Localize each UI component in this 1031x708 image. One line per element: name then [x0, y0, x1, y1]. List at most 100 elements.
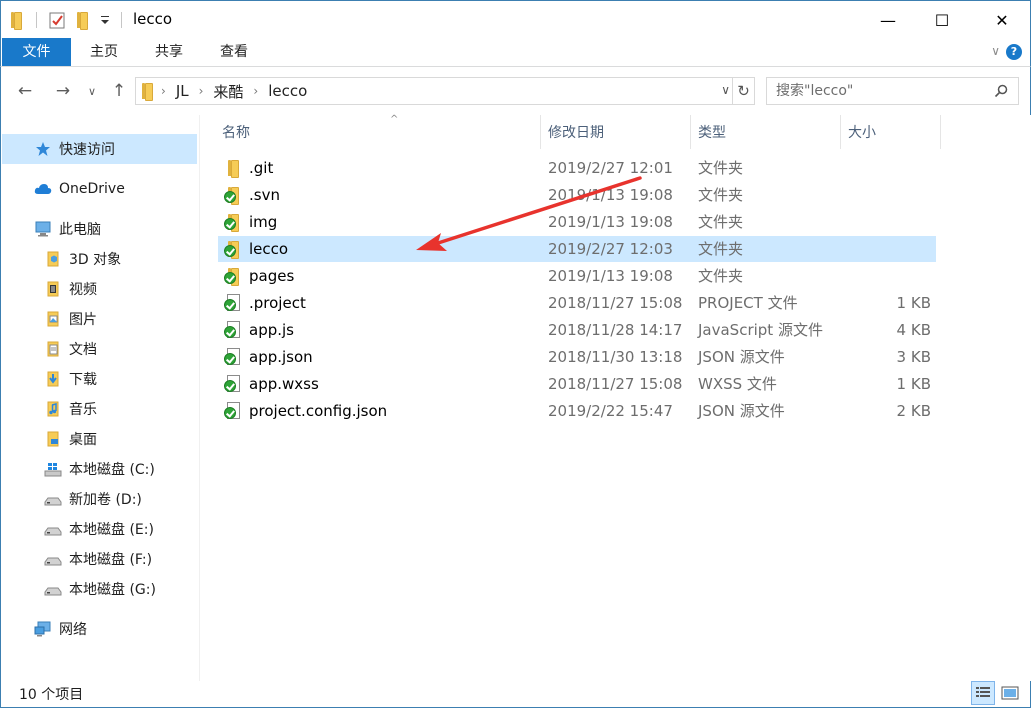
address-dropdown-icon[interactable]: ∨ [721, 83, 730, 97]
nav-item-drive-g[interactable]: 本地磁盘 (G:) [2, 574, 197, 604]
file-row[interactable]: img 2019/1/13 19:08 文件夹 [218, 209, 936, 235]
back-button[interactable]: ← [13, 79, 37, 103]
up-button[interactable]: ↑ [107, 79, 131, 103]
star-icon [34, 141, 52, 157]
minimize-button[interactable]: — [865, 1, 911, 39]
ribbon-collapse-icon[interactable]: ∨ [991, 44, 1000, 58]
file-row[interactable]: app.json 2018/11/30 13:18 JSON 源文件 3 KB [218, 344, 936, 370]
file-row[interactable]: .svn 2019/1/13 19:08 文件夹 [218, 182, 936, 208]
tab-view[interactable]: 查看 [203, 38, 265, 66]
tab-home[interactable]: 主页 [73, 38, 135, 66]
nav-item-label: 网络 [59, 622, 87, 638]
nav-item-drive-f[interactable]: 本地磁盘 (F:) [2, 544, 197, 574]
file-name: project.config.json [249, 402, 388, 420]
file-date: 2019/2/22 15:47 [548, 402, 673, 420]
refresh-button[interactable]: ↻ [732, 78, 754, 104]
nav-item-onedrive[interactable]: OneDrive [2, 174, 197, 204]
forward-button[interactable]: → [51, 79, 75, 103]
maximize-icon: ☐ [934, 10, 950, 30]
file-icon [224, 348, 242, 366]
file-row[interactable]: .git 2019/2/27 12:01 文件夹 [218, 155, 936, 181]
nav-item-music[interactable]: 音乐 [2, 394, 197, 424]
status-bar: 10 个项目 [0, 681, 1031, 708]
customize-dropdown-icon[interactable] [100, 11, 110, 29]
search-icon[interactable] [994, 84, 1008, 98]
breadcrumb-separator[interactable]: › [161, 84, 166, 98]
drive-icon [44, 521, 62, 537]
nav-item-videos[interactable]: 视频 [2, 274, 197, 304]
file-type: 文件夹 [698, 267, 744, 285]
nav-item-desktop[interactable]: 桌面 [2, 424, 197, 454]
file-name: .svn [249, 186, 280, 204]
file-date: 2018/11/30 13:18 [548, 348, 683, 366]
column-header-name[interactable]: 名称 ^ [218, 114, 540, 149]
nav-item-pictures[interactable]: 图片 [2, 304, 197, 334]
tab-file[interactable]: 文件 [2, 38, 71, 66]
nav-item-documents[interactable]: 文档 [2, 334, 197, 364]
help-icon[interactable]: ? [1006, 44, 1022, 60]
breadcrumb-jl[interactable]: JL [176, 82, 189, 100]
recent-locations-button[interactable]: ∨ [83, 79, 101, 103]
breadcrumb-separator[interactable]: › [199, 84, 204, 98]
breadcrumb-laiku[interactable]: 来酷 [213, 81, 243, 102]
svn-status-icon [224, 245, 236, 257]
address-bar[interactable]: › JL › 来酷 › lecco ∨ ↻ [135, 77, 755, 105]
column-header-label: 类型 [698, 125, 726, 141]
nav-item-3d-objects[interactable]: 3D 对象 [2, 244, 197, 274]
title-bar: lecco — ☐ ✕ [0, 0, 1031, 38]
properties-checkmark-icon[interactable] [49, 11, 66, 29]
new-folder-icon[interactable] [77, 12, 88, 30]
file-row[interactable]: app.wxss 2018/11/27 15:08 WXSS 文件 1 KB [218, 371, 936, 397]
close-button[interactable]: ✕ [979, 1, 1025, 39]
file-row-selected[interactable]: lecco 2019/2/27 12:03 文件夹 [218, 236, 936, 262]
video-icon [44, 281, 62, 297]
details-view-button[interactable] [971, 681, 995, 705]
column-header-type[interactable]: 类型 [691, 115, 840, 149]
nav-item-label: OneDrive [59, 181, 125, 197]
nav-item-label: 下载 [69, 372, 97, 388]
file-row[interactable]: project.config.json 2019/2/22 15:47 JSON… [218, 398, 936, 424]
nav-item-network[interactable]: 网络 [2, 614, 197, 644]
file-type: 文件夹 [698, 186, 744, 204]
file-size: 4 KB [896, 321, 931, 339]
svn-status-icon [224, 272, 236, 284]
nav-item-quick-access[interactable]: 快速访问 [2, 134, 197, 164]
large-icons-view-button[interactable] [998, 681, 1022, 705]
address-row: ← → ∨ ↑ › JL › 来酷 › lecco ∨ ↻ [0, 67, 1031, 115]
toolbar-divider [121, 12, 122, 28]
back-arrow-icon: ← [17, 81, 33, 101]
svn-status-icon [224, 218, 236, 230]
nav-item-drive-e[interactable]: 本地磁盘 (E:) [2, 514, 197, 544]
nav-item-drive-c[interactable]: 本地磁盘 (C:) [2, 454, 197, 484]
file-row[interactable]: pages 2019/1/13 19:08 文件夹 [218, 263, 936, 289]
refresh-icon: ↻ [737, 82, 750, 100]
folder-icon [224, 240, 242, 259]
tab-share[interactable]: 共享 [138, 38, 200, 66]
file-size: 1 KB [896, 294, 931, 312]
file-date: 2019/2/27 12:03 [548, 240, 673, 258]
file-size: 1 KB [896, 375, 931, 393]
nav-item-drive-d[interactable]: 新加卷 (D:) [2, 484, 197, 514]
column-divider[interactable] [940, 115, 941, 149]
nav-item-this-pc[interactable]: 此电脑 [2, 214, 197, 244]
breadcrumb-separator[interactable]: › [253, 84, 258, 98]
file-row[interactable]: .project 2018/11/27 15:08 PROJECT 文件 1 K… [218, 290, 936, 316]
pictures-icon [44, 311, 62, 327]
up-arrow-icon: ↑ [111, 81, 127, 101]
file-icon [224, 321, 242, 339]
nav-item-downloads[interactable]: 下载 [2, 364, 197, 394]
search-input[interactable] [767, 78, 987, 104]
column-header-date[interactable]: 修改日期 [541, 115, 690, 149]
breadcrumb-lecco[interactable]: lecco [268, 82, 307, 100]
search-box[interactable] [766, 77, 1019, 105]
file-name: app.json [249, 348, 313, 366]
nav-item-label: 此电脑 [59, 222, 101, 238]
folder-icon[interactable] [11, 12, 22, 30]
column-header-size[interactable]: 大小 [841, 115, 940, 149]
nav-item-label: 本地磁盘 (E:) [69, 522, 154, 538]
file-type: 文件夹 [698, 159, 744, 177]
minimize-icon: — [880, 10, 896, 30]
file-row[interactable]: app.js 2018/11/28 14:17 JavaScript 源文件 4… [218, 317, 936, 343]
file-date: 2018/11/27 15:08 [548, 375, 683, 393]
maximize-button[interactable]: ☐ [919, 1, 965, 39]
